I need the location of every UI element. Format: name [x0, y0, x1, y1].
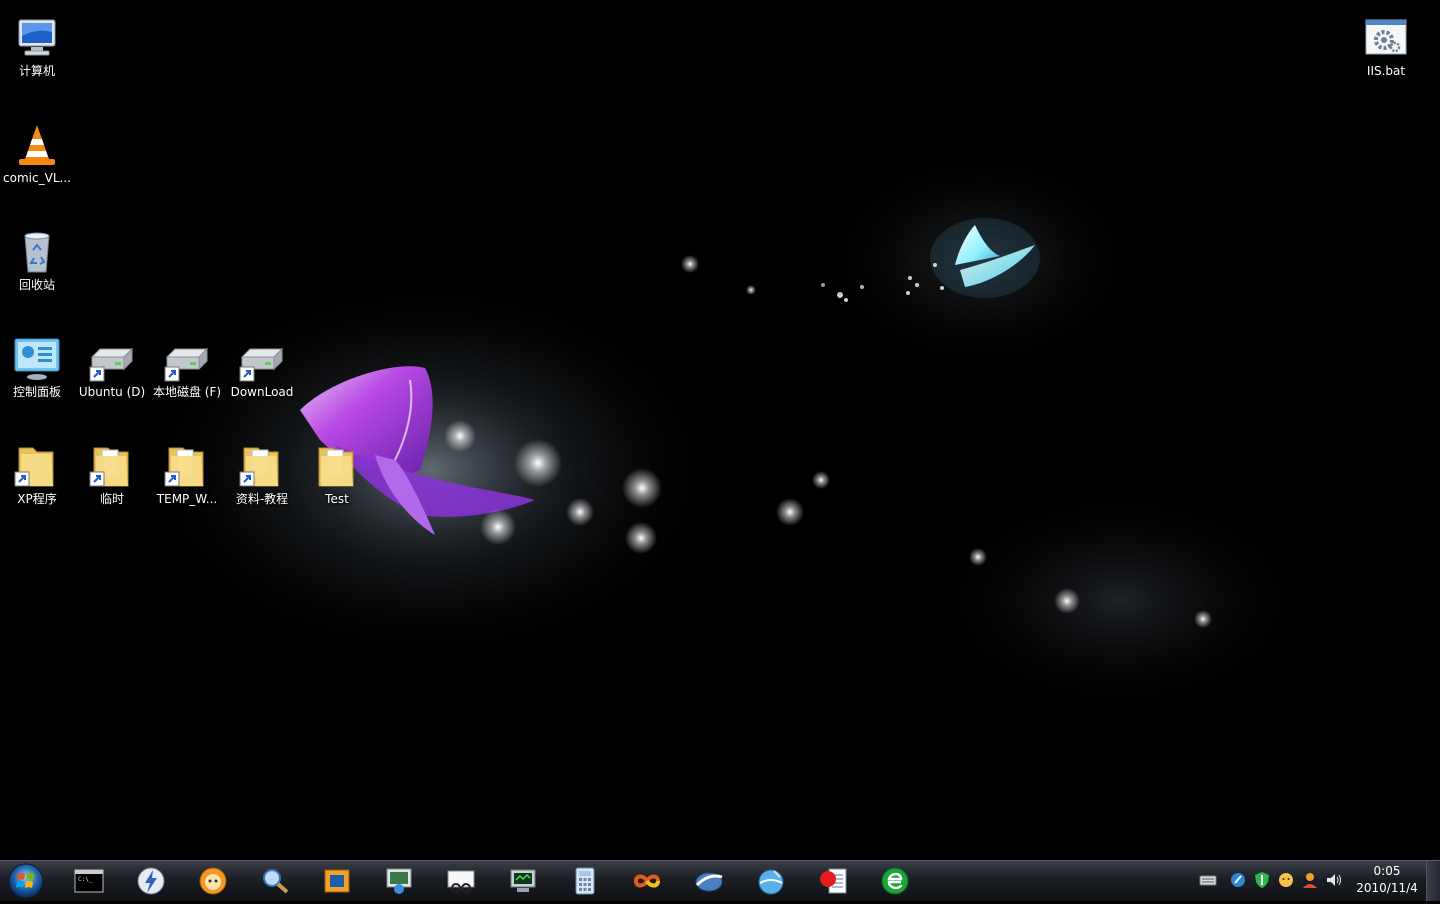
taskbar-terminal-monitor[interactable] [502, 863, 542, 899]
start-button[interactable] [6, 862, 46, 900]
desktop-icon-control-panel[interactable]: 控制面板 [0, 327, 74, 415]
hard-drive-shortcut-icon [164, 347, 209, 382]
cyan-butterfly [930, 218, 1040, 298]
desktop-icon-temp-w[interactable]: TEMP_W... [150, 434, 224, 522]
desktop-icon-recycle-bin[interactable]: 回收站 [0, 220, 74, 308]
user-icon[interactable] [1301, 871, 1319, 889]
taskbar-network-monitor[interactable] [378, 863, 418, 899]
wallpaper-butterflies [130, 140, 1320, 720]
taskbar-green-browser[interactable] [874, 863, 914, 899]
taskbar-calculator[interactable] [564, 863, 604, 899]
keyboard-icon[interactable] [1199, 871, 1217, 889]
taskbar-command-prompt[interactable]: C:\_ [68, 863, 108, 899]
volume-icon[interactable] [1325, 871, 1343, 889]
taskbar-search-tool[interactable] [254, 863, 294, 899]
vlc-cone-icon [19, 125, 55, 165]
folder-shortcut-icon [14, 447, 54, 487]
green-browser-icon [881, 867, 909, 895]
desktop-icon-label: Test [325, 492, 349, 506]
desktop-icon-label: 控制面板 [12, 385, 61, 399]
folder-icon [318, 447, 354, 487]
clock[interactable]: 0:05 2010/11/4 [1352, 863, 1422, 897]
taskbar-media-player[interactable] [192, 863, 232, 899]
desktop-icon-temp[interactable]: 临时 [75, 434, 149, 522]
hard-drive-shortcut-icon [239, 347, 284, 382]
desktop-icon-label: 临时 [99, 492, 124, 506]
infinity-app-icon [633, 874, 661, 888]
control-panel-icon [14, 338, 60, 380]
taskbar-infinity-app[interactable] [626, 863, 666, 899]
svg-text:C:\_: C:\_ [78, 876, 93, 883]
desktop-icon-vlc[interactable]: comic_VL... [0, 113, 74, 201]
taskbar-disc-swoosh[interactable] [688, 863, 728, 899]
desktop-icon-test[interactable]: Test [300, 434, 374, 522]
blue-circle-icon[interactable] [1229, 871, 1247, 889]
command-prompt-icon: C:\_ [74, 869, 104, 893]
desktop-icon-label: Ubuntu (D) [78, 385, 146, 399]
recycle-bin-icon [24, 232, 50, 273]
taskbar-glasses-viewer[interactable] [440, 863, 480, 899]
desktop-icon-ubuntu-drive[interactable]: Ubuntu (D) [75, 327, 149, 415]
desktop-icon-computer[interactable]: 计算机 [0, 6, 74, 94]
media-player-face-icon [199, 867, 227, 895]
computer-icon [18, 19, 56, 56]
desktop-icon-label: 回收站 [18, 278, 55, 292]
network-monitor-icon [386, 868, 412, 894]
taskbar-record-document[interactable] [812, 863, 852, 899]
terminal-monitor-icon [510, 869, 536, 892]
desktop-icon-label: 本地磁盘 (F) [152, 385, 222, 399]
disc-swoosh-icon [695, 872, 723, 892]
glasses-viewer-icon [447, 870, 475, 893]
taskbar-virtualbox[interactable] [316, 863, 356, 899]
round-app-icon [758, 869, 784, 895]
desktop-icon-label: TEMP_W... [156, 492, 218, 506]
search-magnifier-icon [263, 869, 289, 894]
taskbar-lightning-app[interactable] [130, 863, 170, 899]
desktop-icon-label: DownLoad [230, 385, 294, 399]
desktop-icon-label: comic_VL... [3, 171, 71, 185]
folder-shortcut-icon [89, 447, 129, 487]
lightning-app-icon [137, 867, 165, 895]
desktop[interactable]: 计算机 comic_VL... 回收站 控制面板 Ubuntu (D) 本地磁盘… [0, 0, 1440, 860]
shield-icon[interactable] [1253, 871, 1271, 889]
clock-time: 0:05 [1373, 864, 1401, 878]
desktop-icon-label: 资料-教程 [235, 492, 289, 506]
folder-shortcut-icon [164, 447, 204, 487]
record-document-icon [820, 868, 847, 894]
taskbar: C:\_ 0:05 2010/11/4 [0, 860, 1440, 901]
desktop-icon-iis-bat[interactable]: IIS.bat [1349, 6, 1423, 94]
face-icon[interactable] [1277, 871, 1295, 889]
calculator-icon [575, 867, 595, 895]
virtualbox-icon [324, 869, 350, 893]
windows-orb-icon [8, 863, 44, 899]
folder-shortcut-icon [239, 447, 279, 487]
desktop-icon-label: 计算机 [18, 64, 55, 78]
desktop-icon-label: XP程序 [17, 492, 57, 506]
desktop-icon-label: IIS.bat [1366, 64, 1406, 78]
desktop-icon-xp-programs[interactable]: XP程序 [0, 434, 74, 522]
desktop-icon-download[interactable]: DownLoad [225, 327, 299, 415]
desktop-icon-materials-tutorial[interactable]: 资料-教程 [225, 434, 299, 522]
clock-date: 2010/11/4 [1356, 881, 1418, 895]
hard-drive-shortcut-icon [89, 347, 134, 382]
taskbar-round-app[interactable] [750, 863, 790, 899]
desktop-icon-local-disk-f[interactable]: 本地磁盘 (F) [150, 327, 224, 415]
batch-file-gear-icon [1365, 19, 1407, 55]
show-desktop-button[interactable] [1426, 861, 1440, 901]
